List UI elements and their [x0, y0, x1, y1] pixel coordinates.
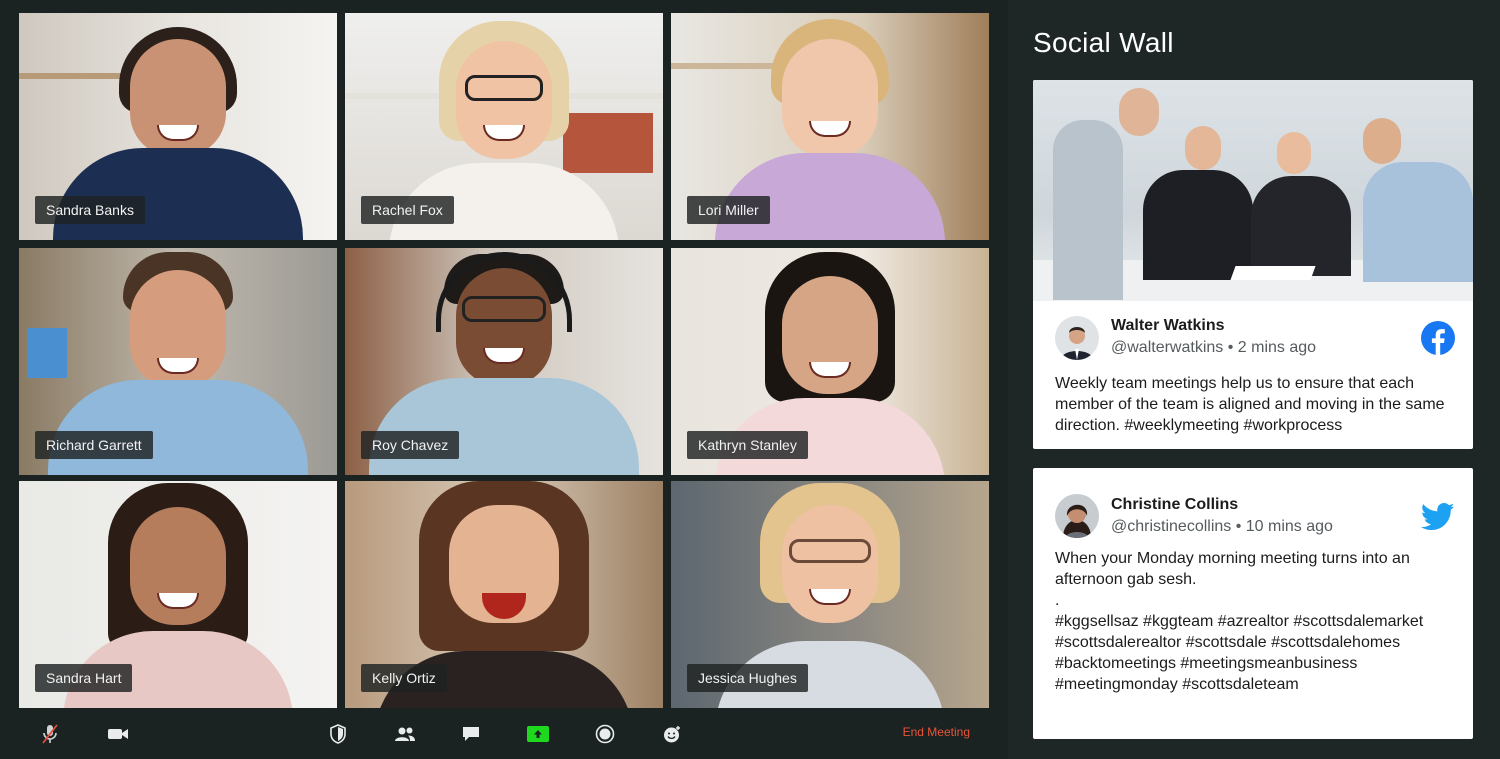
post-meta: @walterwatkins • 2 mins ago	[1111, 339, 1317, 356]
post-time: 2 mins ago	[1237, 339, 1317, 356]
social-wall: Social Wall Walter Watkins @walterwatkin…	[1008, 0, 1500, 759]
video-grid: Sandra Banks Rachel Fox Lori Miller Rich…	[19, 13, 989, 708]
video-tile[interactable]: Rachel Fox	[345, 13, 663, 240]
participant-name: Kathryn Stanley	[687, 431, 808, 459]
avatar	[1055, 494, 1099, 538]
post-text: Weekly team meetings help us to ensure t…	[1055, 375, 1445, 434]
share-screen-icon[interactable]	[526, 722, 550, 746]
facebook-icon[interactable]	[1421, 321, 1455, 355]
video-tile[interactable]: Roy Chavez	[345, 248, 663, 475]
participant-name: Kelly Ortiz	[361, 664, 447, 692]
video-tile[interactable]: Jessica Hughes	[671, 481, 989, 708]
post-author[interactable]: Christine Collins	[1111, 496, 1238, 514]
video-tile[interactable]: Sandra Banks	[19, 13, 337, 240]
video-tile[interactable]: Sandra Hart	[19, 481, 337, 708]
post-text: When your Monday morning meeting turns i…	[1055, 550, 1424, 693]
participant-name: Richard Garrett	[35, 431, 153, 459]
participants-icon[interactable]	[393, 722, 417, 746]
video-tile[interactable]: Kelly Ortiz	[345, 481, 663, 708]
video-tile[interactable]: Kathryn Stanley	[671, 248, 989, 475]
participant-name: Sandra Hart	[35, 664, 133, 692]
end-meeting-button[interactable]: End Meeting	[903, 725, 970, 739]
video-tile[interactable]: Lori Miller	[671, 13, 989, 240]
participant-name: Jessica Hughes	[687, 664, 808, 692]
participant-name: Roy Chavez	[361, 431, 460, 459]
security-shield-icon[interactable]	[326, 722, 350, 746]
participant-name: Rachel Fox	[361, 196, 454, 224]
video-tile[interactable]: Richard Garrett	[19, 248, 337, 475]
post-handle[interactable]: @walterwatkins	[1111, 339, 1223, 356]
record-icon[interactable]	[593, 722, 617, 746]
post-image	[1033, 80, 1473, 301]
participant-name: Sandra Banks	[35, 196, 145, 224]
social-post-card[interactable]: Walter Watkins @walterwatkins • 2 mins a…	[1033, 80, 1473, 449]
meeting-toolbar: End Meeting	[19, 708, 989, 759]
post-handle[interactable]: @christinecollins	[1111, 518, 1231, 535]
post-time: 10 mins ago	[1245, 518, 1333, 535]
chat-icon[interactable]	[459, 722, 483, 746]
social-wall-title: Social Wall	[1033, 27, 1174, 58]
video-camera-icon[interactable]	[106, 722, 130, 746]
participant-name: Lori Miller	[687, 196, 770, 224]
post-meta: @christinecollins • 10 mins ago	[1111, 518, 1333, 535]
meeting-area: Sandra Banks Rachel Fox Lori Miller Rich…	[0, 0, 1008, 759]
post-author[interactable]: Walter Watkins	[1111, 317, 1225, 335]
reactions-icon[interactable]	[660, 722, 684, 746]
microphone-muted-icon[interactable]	[38, 722, 62, 746]
social-post-card[interactable]: Christine Collins @christinecollins • 10…	[1033, 468, 1473, 739]
avatar	[1055, 316, 1099, 360]
twitter-icon[interactable]	[1420, 502, 1455, 536]
